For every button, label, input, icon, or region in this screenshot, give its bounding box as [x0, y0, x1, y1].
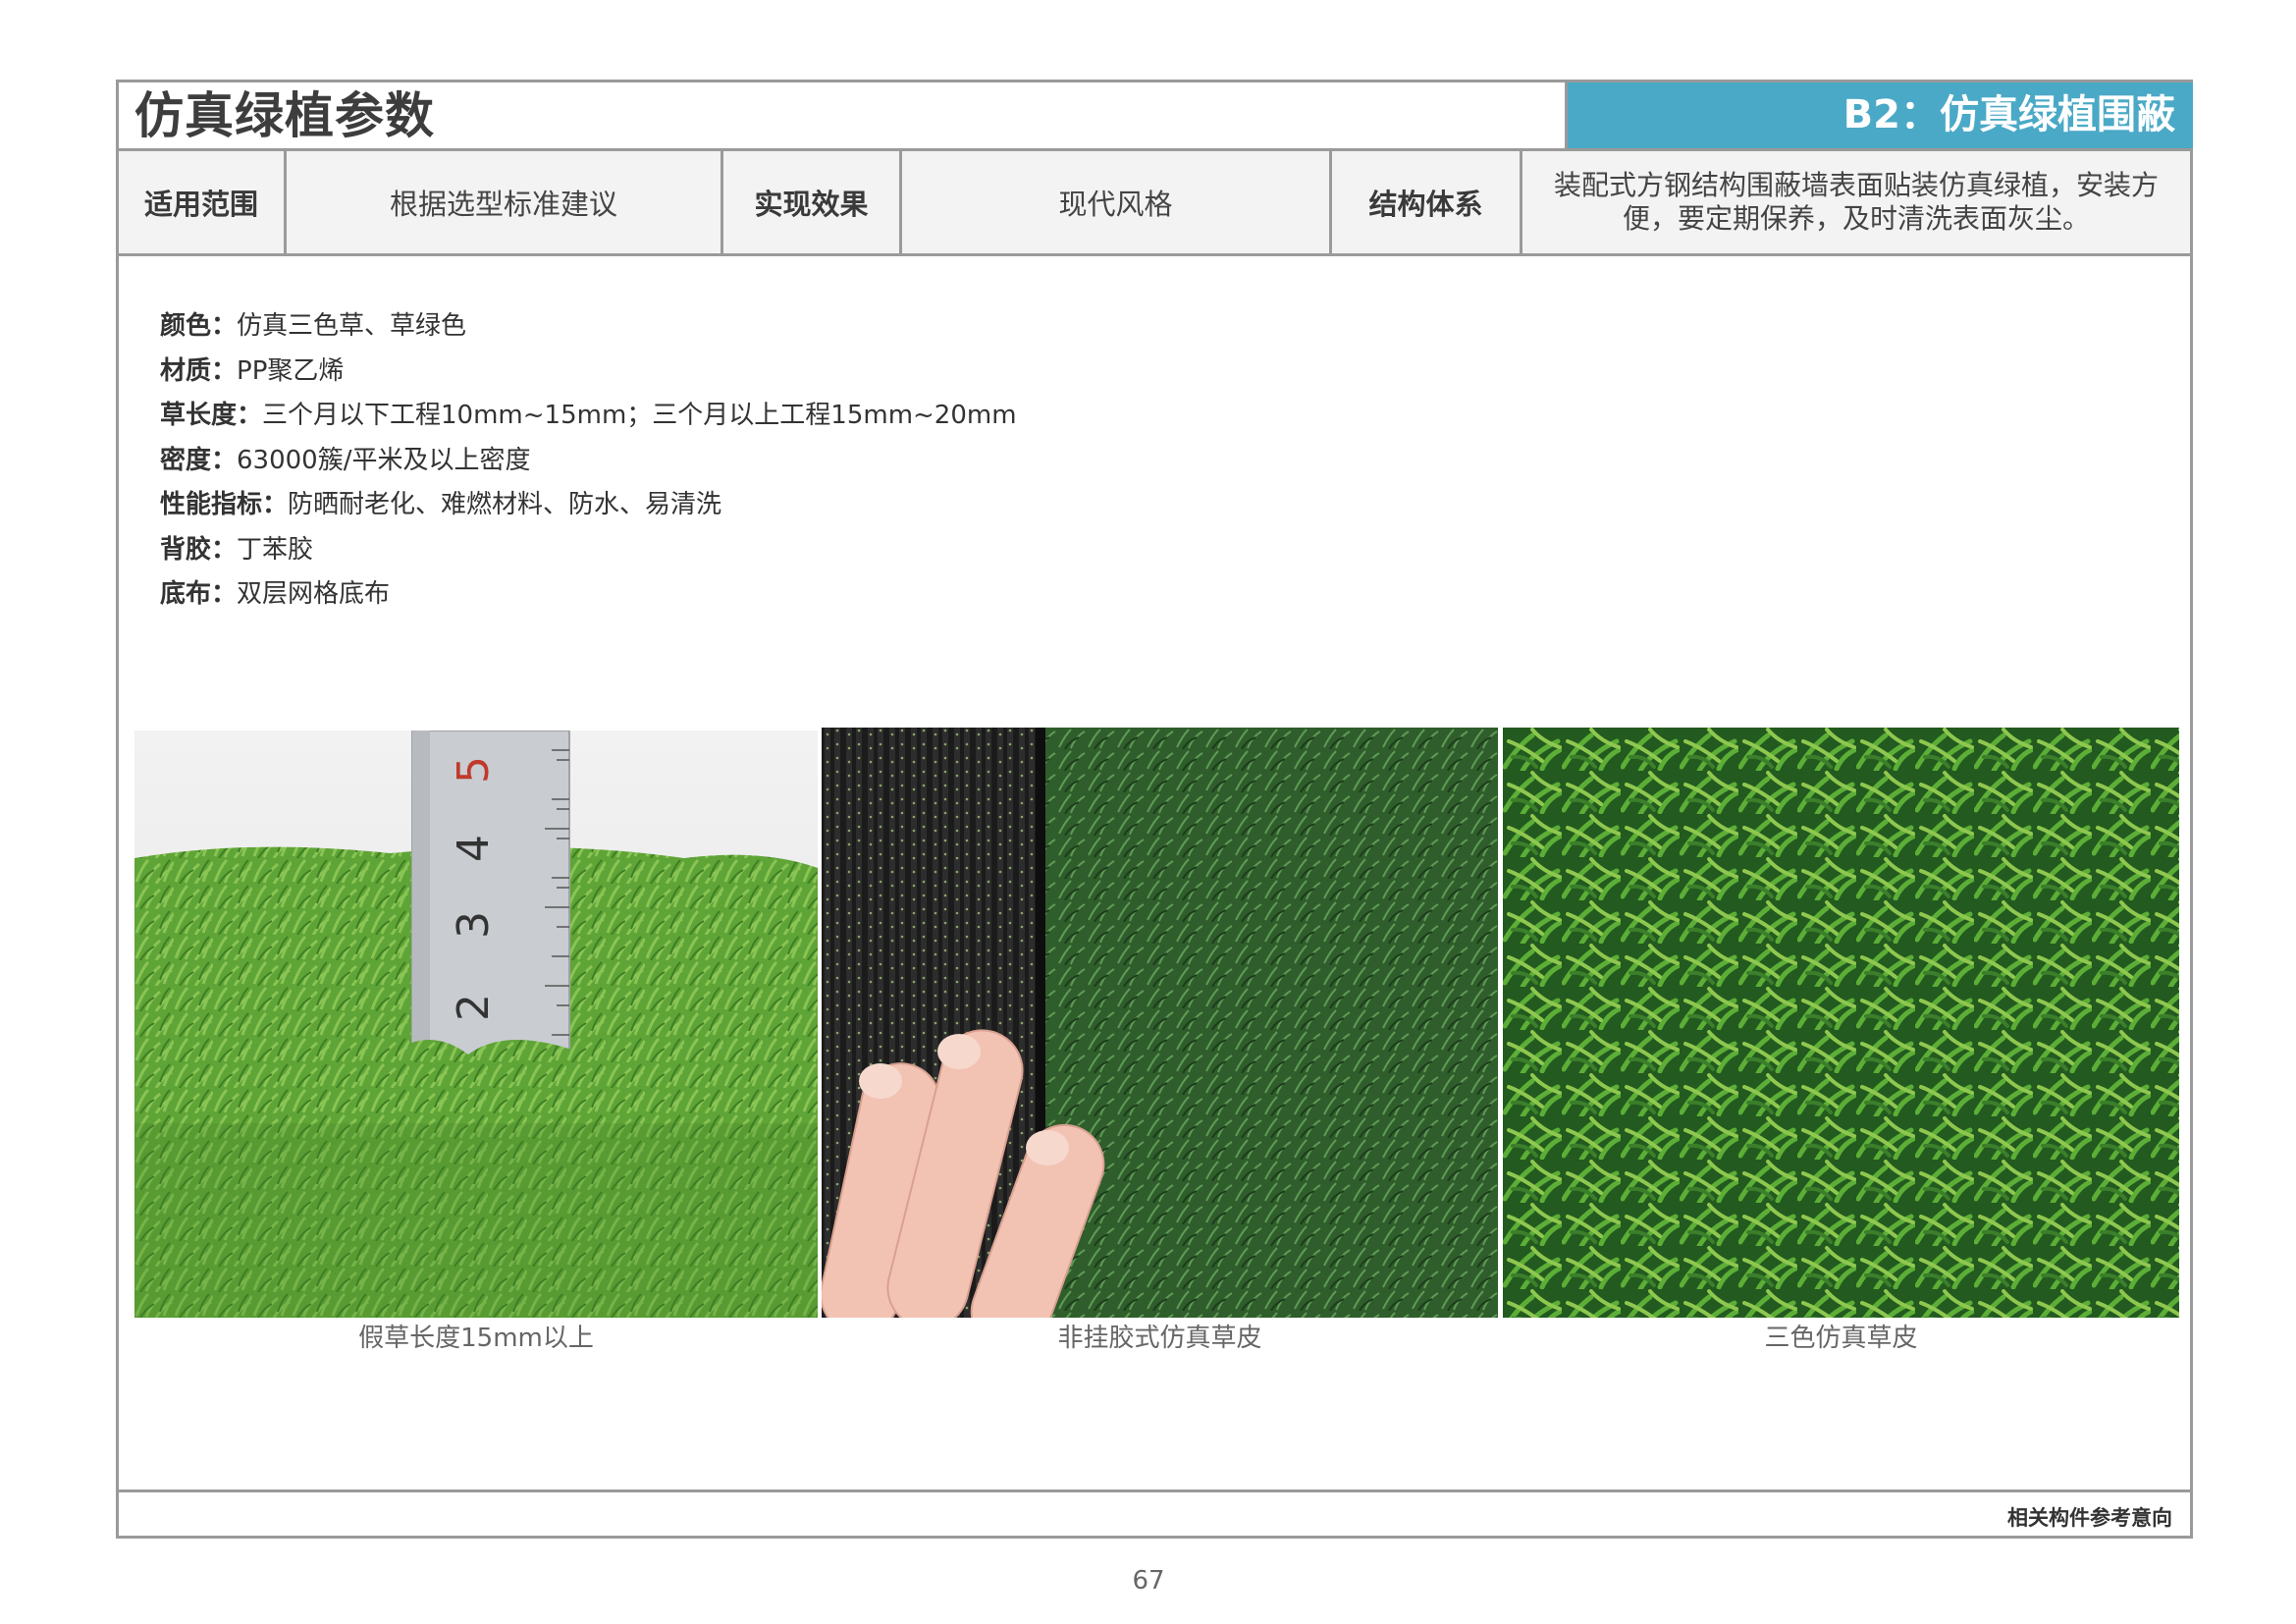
grass-backing-hand-photo — [822, 728, 1498, 1318]
scope-label: 适用范围 — [119, 151, 287, 253]
effect-value: 现代风格 — [902, 151, 1332, 253]
spec-list: 颜色：仿真三色草、草绿色 材质：PP聚乙烯 草长度：三个月以下工程10mm~15… — [160, 304, 1017, 618]
svg-text:4: 4 — [449, 835, 499, 862]
tricolor-grass-photo — [1503, 728, 2179, 1318]
spec-grass-length: 草长度：三个月以下工程10mm~15mm；三个月以上工程15mm~20mm — [160, 401, 1017, 430]
svg-text:3: 3 — [449, 911, 499, 939]
spec-performance: 性能指标：防晒耐老化、难燃材料、防水、易清洗 — [160, 490, 722, 519]
photo-caption-1: 假草长度15mm以上 — [358, 1324, 594, 1353]
page-number: 67 — [1132, 1566, 1165, 1596]
svg-text:2: 2 — [449, 994, 499, 1021]
spec-material: 材质：PP聚乙烯 — [160, 355, 345, 386]
page-frame: 仿真绿植参数 B2：仿真绿植围蔽 适用范围 根据选型标准建议 实现效果 现代风格… — [116, 80, 2193, 1539]
structure-value: 装配式方钢结构围蔽墙表面贴装仿真绿植，安装方便，要定期保养，及时清洗表面灰尘。 — [1553, 169, 2159, 235]
svg-text:5: 5 — [449, 756, 499, 784]
page-title: 仿真绿植参数 — [134, 87, 435, 144]
spec-backing-glue: 背胶：丁苯胶 — [160, 534, 314, 565]
scope-value: 根据选型标准建议 — [287, 151, 723, 253]
section-tab: B2：仿真绿植围蔽 — [1565, 82, 2193, 148]
photo-caption-3: 三色仿真草皮 — [1764, 1324, 1918, 1353]
structure-label: 结构体系 — [1332, 151, 1522, 253]
effect-label: 实现效果 — [723, 151, 902, 253]
footer-label: 相关构件参考意向 — [2007, 1506, 2172, 1530]
spec-density: 密度：63000簇/平米及以上密度 — [160, 445, 531, 475]
ruler-icon: 5 4 3 2 — [411, 731, 570, 1063]
header-bar: 仿真绿植参数 B2：仿真绿植围蔽 — [119, 82, 2193, 151]
photo-caption-2: 非挂胶式仿真草皮 — [1057, 1324, 1262, 1353]
info-row: 适用范围 根据选型标准建议 实现效果 现代风格 结构体系 装配式方钢结构围蔽墙表… — [119, 151, 2190, 256]
spec-base-fabric: 底布：双层网格底布 — [160, 579, 391, 609]
spec-color: 颜色：仿真三色草、草绿色 — [160, 311, 467, 341]
footer-divider — [119, 1489, 2190, 1492]
grass-with-ruler-photo: 5 4 3 2 — [134, 731, 818, 1318]
